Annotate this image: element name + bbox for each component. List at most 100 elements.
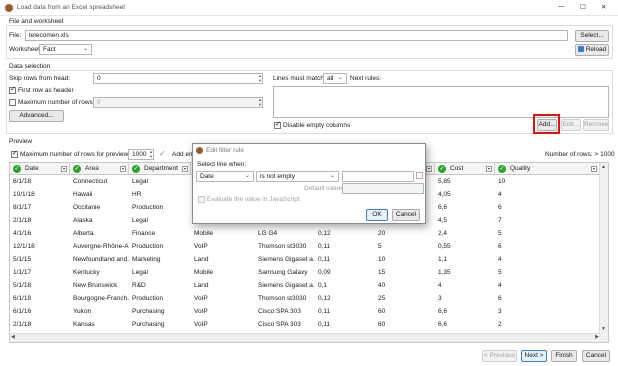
table-cell: 4	[498, 191, 502, 198]
reload-label: Reload	[585, 46, 607, 53]
lines-must-match-select[interactable]: all ⌄	[323, 73, 347, 84]
maximize-button[interactable]: ☐	[580, 3, 586, 11]
column-header[interactable]: ✓ Quality ▾	[495, 163, 600, 175]
table-row[interactable]: 5/1/18 New Brunswick R&D Land Siemens Gigase…	[10, 280, 600, 292]
value-input[interactable]	[342, 171, 414, 182]
table-cell: 0,11	[318, 321, 331, 328]
data-selection-title: Data selection	[9, 63, 51, 70]
max-rows-input[interactable]: 0	[93, 97, 263, 108]
max-rows-preview-checkbox[interactable]	[11, 149, 18, 158]
table-cell: 20	[378, 230, 386, 237]
advanced-button[interactable]: Advanced...	[9, 110, 64, 122]
table-row[interactable]: 6/1/18 Bourgogne-Franch... Production VoIP T…	[10, 293, 600, 305]
table-cell: 5/1/15	[13, 256, 32, 263]
finish-button[interactable]: Finish	[551, 350, 577, 362]
table-cell: Land	[194, 256, 209, 263]
vertical-scrollbar[interactable]: ▲ ▼	[599, 163, 608, 342]
reload-button[interactable]: Reload	[575, 44, 609, 56]
worksheet-label: Worksheet	[9, 46, 40, 53]
table-cell: Purchasing	[132, 321, 165, 328]
table-cell: 2/1/18	[13, 321, 32, 328]
disable-empty-columns-checkbox[interactable]	[274, 120, 281, 129]
table-cell: 4	[438, 282, 442, 289]
table-cell: 1,35	[438, 269, 451, 276]
scroll-down-arrow-icon[interactable]: ▼	[601, 326, 606, 332]
scroll-left-arrow-icon[interactable]: ◀	[11, 334, 15, 340]
cancel-button[interactable]: Cancel	[582, 350, 610, 362]
select-line-label: Select line when:	[197, 161, 247, 168]
max-rows-preview-spinner[interactable]: ▲ ▼	[148, 149, 154, 160]
worksheet-select[interactable]: Fact ⌄	[39, 44, 92, 55]
file-section-title: File and worksheet	[9, 18, 64, 25]
dropdown-arrow-icon[interactable]: ▾	[182, 166, 188, 172]
remove-rule-button[interactable]: Remove	[583, 119, 609, 131]
horizontal-scrollbar[interactable]: ◀ ▶	[10, 333, 600, 342]
table-row[interactable]: 5/1/15 Newfoundland and... Marketing Land Si…	[10, 254, 600, 266]
table-cell: 3	[498, 308, 502, 315]
evaluate-js-checkbox[interactable]	[198, 196, 205, 203]
lines-must-match-label: Lines must match	[273, 75, 324, 82]
max-rows-spinner[interactable]: ▲ ▼	[257, 97, 263, 108]
table-cell: 6/1/16	[13, 308, 32, 315]
table-cell: Siemens Gigaset a...	[258, 282, 315, 289]
table-row[interactable]: 4/1/16 Alberta Finance Mobile LG G4 0,12 20 2,4…	[10, 228, 600, 240]
close-button[interactable]: ✕	[601, 3, 606, 11]
edit-rule-button[interactable]: Edit...	[561, 119, 581, 131]
column-header-label: Department	[144, 165, 178, 172]
dropdown-arrow-icon[interactable]: ▾	[591, 166, 597, 172]
table-row[interactable]: 12/1/18 Auvergne-Rhône-A... Production VoIP…	[10, 241, 600, 253]
select-file-button[interactable]: Select...	[575, 30, 609, 42]
dialog-cancel-button[interactable]: Cancel	[392, 209, 420, 221]
field-select[interactable]: Date ⌄	[196, 171, 254, 182]
file-label: File:	[9, 32, 22, 39]
table-cell: 5	[498, 269, 502, 276]
minimize-button[interactable]: —	[558, 3, 565, 10]
table-cell: 6	[498, 243, 502, 250]
table-cell: Kansas	[73, 321, 95, 328]
add-rule-button[interactable]: Add...	[537, 119, 557, 131]
table-cell: Siemens Gigaset a...	[258, 256, 315, 263]
table-cell: 7	[498, 217, 502, 224]
table-cell: Legal	[132, 217, 148, 224]
previous-button[interactable]: < Previous	[482, 350, 517, 362]
table-cell: 2	[498, 321, 502, 328]
table-cell: 3	[438, 295, 442, 302]
dropdown-arrow-icon[interactable]: ▾	[61, 166, 67, 172]
dropdown-arrow-icon[interactable]: ▾	[426, 166, 432, 172]
column-header[interactable]: ✓ Date ▾	[10, 163, 70, 175]
operator-select[interactable]: is not empty ⌄	[256, 171, 339, 182]
dropdown-arrow-icon[interactable]: ▾	[486, 166, 492, 172]
scroll-right-arrow-icon[interactable]: ▶	[595, 334, 599, 340]
dropdown-arrow-icon: ⌄	[82, 46, 88, 52]
first-row-header-checkbox[interactable]	[9, 85, 16, 94]
column-header[interactable]: ✓ Area ▾	[70, 163, 129, 175]
table-cell: Legal	[132, 178, 148, 185]
max-rows-checkbox[interactable]	[9, 99, 16, 106]
table-cell: 6	[498, 295, 502, 302]
dropdown-arrow-icon[interactable]: ▾	[120, 166, 126, 172]
table-row[interactable]: 6/1/16 Yukon Purchasing VoIP Cisco SPA 303 0,…	[10, 306, 600, 318]
scroll-up-arrow-icon[interactable]: ▲	[601, 164, 606, 170]
column-header[interactable]: ✓ Cost ▾	[435, 163, 495, 175]
dropdown-arrow-icon: ⌄	[337, 75, 343, 81]
skip-rows-input[interactable]: 0	[93, 73, 263, 84]
table-row[interactable]: 2/1/18 Kansas Purchasing VoIP Cisco SPA 303 0…	[10, 319, 600, 331]
table-cell: Hawaii	[73, 191, 93, 198]
skip-rows-spinner[interactable]: ▲ ▼	[257, 73, 263, 84]
table-cell: Auvergne-Rhône-A...	[73, 243, 129, 250]
dialog-title-bar: Edit filter rule	[193, 144, 425, 157]
default-value-input[interactable]	[342, 183, 424, 194]
dialog-ok-button[interactable]: OK	[366, 209, 388, 221]
table-row[interactable]: 1/1/17 Kentucky Legal Mobile Samsung Galaxy 0…	[10, 267, 600, 279]
value-clear-icon[interactable]	[416, 172, 423, 179]
table-cell: Alberta	[73, 230, 94, 237]
table-cell: 4	[498, 282, 502, 289]
apply-check-icon[interactable]: ✓	[159, 149, 166, 158]
dropdown-arrow-icon: ⌄	[244, 173, 250, 179]
next-button[interactable]: Next >	[521, 350, 547, 362]
field-value: Date	[200, 173, 214, 180]
column-header[interactable]: ✓ Department ▾	[129, 163, 191, 175]
table-cell: 4	[498, 256, 502, 263]
file-input[interactable]: telecomen.xls	[25, 30, 568, 41]
table-cell: Thomson st3030	[258, 295, 307, 302]
